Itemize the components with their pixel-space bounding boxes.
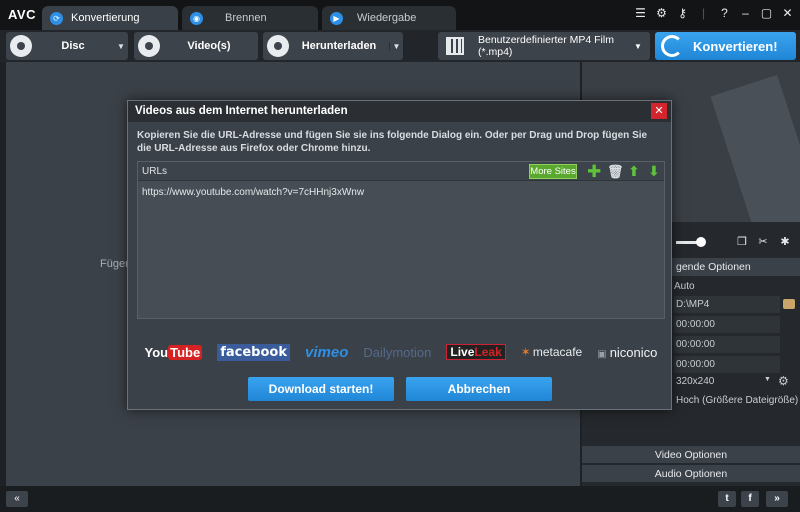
urls-label: URLs — [142, 166, 168, 177]
play-tab-icon: ▶ — [330, 11, 343, 25]
copy-icon[interactable]: ❐ — [735, 235, 749, 249]
dialog-close-button[interactable]: ✕ — [651, 103, 667, 119]
vimeo-logo: vimeo — [305, 343, 349, 361]
arrow-up-icon[interactable]: ⬆ — [627, 164, 641, 179]
url-list-header: URLs — [138, 162, 664, 181]
tab-konvertierung[interactable]: ⟳ Konvertierung — [42, 6, 178, 30]
output-format-select[interactable]: Benutzerdefinierter MP4 Film (*.mp4) ▼ — [438, 32, 650, 60]
status-bar — [0, 486, 800, 512]
chevron-down-icon[interactable]: ▼ — [389, 41, 403, 51]
download-button[interactable]: Herunterladen ▼ — [263, 32, 403, 60]
title-bar: AVC ⟳ Konvertierung ◉ Brennen ▶ Wiederga… — [0, 0, 800, 30]
url-entry[interactable]: https://www.youtube.com/watch?v=7cHHnj3x… — [142, 187, 364, 198]
option-value: 00:00:00 — [676, 319, 715, 330]
start-download-button[interactable]: Download starten! — [248, 377, 394, 401]
gear-icon[interactable]: ⚙ — [778, 374, 789, 388]
chevron-down-icon[interactable]: ▼ — [764, 376, 771, 383]
magic-icon[interactable]: ✱ — [778, 235, 792, 249]
download-dialog: Videos aus dem Internet herunterladen ✕ … — [127, 100, 672, 410]
more-sites-button[interactable]: More Sites — [529, 164, 577, 179]
twitter-icon[interactable]: t — [718, 491, 736, 507]
facebook-logo: facebook — [217, 343, 290, 361]
film-strip-graphic — [710, 74, 800, 222]
window-controls: ☰ ⚙ ⚷ | ? – ▢ ✕ — [634, 6, 794, 20]
videos-label: Video(s) — [187, 40, 231, 52]
tab-brennen[interactable]: ◉ Brennen — [182, 6, 318, 30]
metacafe-logo: metacafe — [521, 345, 582, 359]
option-value: Auto — [674, 281, 695, 292]
tab-label: Konvertierung — [71, 12, 140, 24]
dailymotion-logo: Dailymotion — [363, 344, 432, 360]
youtube-logo: You Tube — [144, 344, 203, 360]
expand-icon[interactable]: » — [766, 491, 788, 507]
disc-button[interactable]: Disc ▼ — [6, 32, 128, 60]
audio-options-header[interactable]: Audio Optionen — [582, 464, 800, 482]
trash-icon[interactable]: 🗑 — [607, 164, 624, 179]
collapse-button[interactable]: « — [6, 491, 28, 507]
tab-label: Wiedergabe — [357, 12, 417, 24]
film-icon — [446, 37, 464, 55]
facebook-icon[interactable]: f — [741, 491, 759, 507]
chevron-down-icon: ▼ — [634, 41, 642, 51]
video-add-icon — [138, 35, 160, 57]
disc-add-icon — [10, 35, 32, 57]
disc-label: Disc — [61, 40, 85, 52]
refresh-icon — [661, 35, 683, 57]
gear-icon[interactable]: ⚙ — [655, 6, 668, 20]
video-options-header[interactable]: Video Optionen — [582, 445, 800, 463]
separator: | — [701, 6, 706, 20]
option-value: D:\MP4 — [676, 299, 710, 310]
folder-icon[interactable] — [783, 299, 795, 309]
supported-sites: You Tube facebook vimeo Dailymotion LiveL… — [137, 339, 665, 365]
volume-slider-thumb[interactable] — [696, 237, 706, 247]
arrow-down-icon[interactable]: ⬇ — [647, 164, 661, 179]
url-list-box[interactable]: URLs More Sites ✚ 🗑 ⬆ ⬇ https://www.yout… — [137, 161, 665, 319]
tab-wiedergabe[interactable]: ▶ Wiedergabe — [322, 6, 456, 30]
option-value: Hoch (Größere Dateigröße) — [676, 395, 799, 406]
maximize-icon[interactable]: ▢ — [760, 6, 773, 20]
dialog-description: Kopieren Sie die URL-Adresse und fügen S… — [137, 130, 648, 154]
help-icon[interactable]: ? — [718, 6, 731, 20]
convert-tab-icon: ⟳ — [50, 11, 63, 25]
add-videos-button[interactable]: Video(s) — [134, 32, 258, 60]
convert-button[interactable]: Konvertieren! — [655, 32, 796, 60]
option-value: 00:00:00 — [676, 359, 715, 370]
output-format-value: Benutzerdefinierter MP4 Film (*.mp4) — [478, 34, 614, 58]
option-value: 00:00:00 — [676, 339, 715, 350]
dialog-title-text: Videos aus dem Internet herunterladen — [135, 105, 348, 117]
globe-add-icon — [267, 35, 289, 57]
minimize-icon[interactable]: – — [739, 6, 752, 20]
liveleak-logo: LiveLeak — [446, 344, 506, 360]
close-icon[interactable]: ✕ — [781, 6, 794, 20]
scissors-icon[interactable]: ✂ — [756, 235, 770, 249]
app-logo: AVC — [8, 7, 36, 22]
convert-label: Konvertieren! — [693, 38, 778, 54]
download-label: Herunterladen — [301, 40, 377, 52]
menu-icon[interactable]: ☰ — [634, 6, 647, 20]
chevron-down-icon[interactable]: ▼ — [114, 42, 128, 51]
plus-icon[interactable]: ✚ — [587, 163, 601, 180]
tab-label: Brennen — [225, 12, 267, 24]
cancel-button[interactable]: Abbrechen — [406, 377, 552, 401]
niconico-logo: niconico — [597, 345, 658, 360]
dialog-title: Videos aus dem Internet herunterladen — [128, 101, 671, 122]
key-icon[interactable]: ⚷ — [676, 6, 689, 20]
option-value: 320x240 — [676, 376, 715, 387]
disc-tab-icon: ◉ — [190, 11, 203, 25]
